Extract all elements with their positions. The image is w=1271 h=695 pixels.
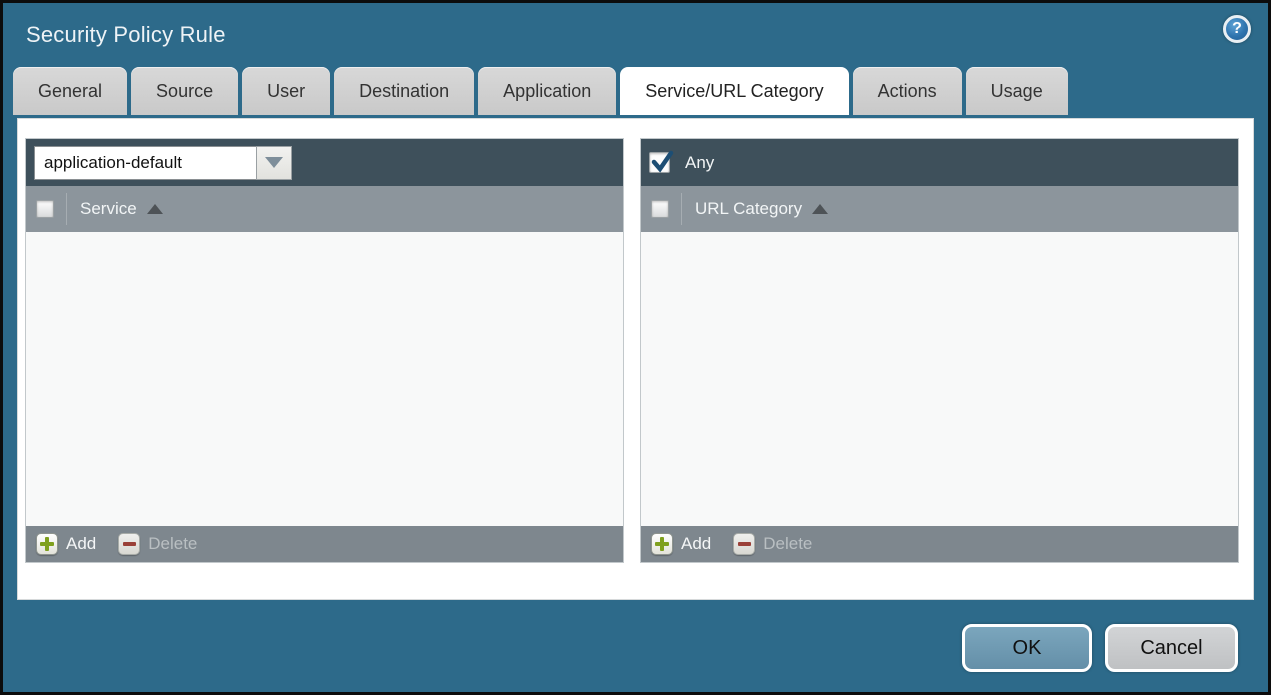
url-category-delete-button[interactable]: Delete bbox=[733, 533, 812, 555]
tab-destination-label: Destination bbox=[359, 80, 450, 101]
minus-icon bbox=[733, 533, 756, 555]
url-category-add-button[interactable]: Add bbox=[651, 533, 711, 555]
cancel-button[interactable]: Cancel bbox=[1105, 624, 1238, 672]
any-checkbox[interactable] bbox=[649, 150, 674, 173]
url-category-select-all-checkbox[interactable] bbox=[651, 200, 669, 218]
tab-actions-label: Actions bbox=[877, 80, 937, 101]
service-toolbar bbox=[26, 139, 623, 186]
service-footer: Add Delete bbox=[26, 526, 623, 562]
minus-icon bbox=[118, 533, 141, 555]
sort-asc-icon[interactable] bbox=[146, 204, 163, 214]
tab-service-url-category[interactable]: Service/URL Category bbox=[620, 67, 849, 115]
url-category-panel: Any URL Category Add Delete bbox=[640, 138, 1239, 563]
chevron-down-icon bbox=[265, 157, 283, 168]
tab-user[interactable]: User bbox=[242, 67, 331, 115]
tab-general[interactable]: General bbox=[13, 67, 128, 115]
tab-application-label: Application bbox=[503, 80, 592, 101]
help-icon[interactable]: ? bbox=[1223, 15, 1251, 43]
checkmark-icon bbox=[651, 150, 674, 173]
tab-content: Service Add Delete bbox=[17, 118, 1254, 600]
tab-actions[interactable]: Actions bbox=[852, 67, 962, 115]
tab-user-label: User bbox=[267, 80, 306, 101]
column-separator bbox=[681, 193, 682, 225]
service-type-combobox bbox=[34, 145, 292, 180]
service-column-header-row: Service bbox=[26, 186, 623, 232]
url-category-column-label[interactable]: URL Category bbox=[695, 199, 802, 219]
url-category-add-label: Add bbox=[681, 534, 712, 553]
service-select-all-checkbox[interactable] bbox=[36, 200, 54, 218]
help-icon-glyph: ? bbox=[1232, 20, 1242, 37]
url-category-footer: Add Delete bbox=[641, 526, 1238, 562]
service-list bbox=[26, 232, 623, 526]
column-separator bbox=[66, 193, 67, 225]
tab-application[interactable]: Application bbox=[478, 67, 617, 115]
dialog-action-buttons: OK Cancel bbox=[962, 624, 1238, 672]
service-delete-label: Delete bbox=[148, 534, 198, 553]
url-category-column-header-row: URL Category bbox=[641, 186, 1238, 232]
dialog-title: Security Policy Rule bbox=[26, 21, 226, 47]
tab-usage-label: Usage bbox=[990, 80, 1043, 101]
tab-source[interactable]: Source bbox=[131, 67, 239, 115]
service-type-dropdown-button[interactable] bbox=[256, 145, 292, 180]
tab-general-label: General bbox=[38, 80, 103, 101]
service-type-input[interactable] bbox=[34, 145, 256, 180]
title-bar: Security Policy Rule ? bbox=[3, 3, 1268, 66]
service-add-label: Add bbox=[66, 534, 97, 553]
tab-service-url-category-label: Service/URL Category bbox=[645, 80, 824, 101]
plus-icon bbox=[36, 533, 58, 555]
url-category-delete-label: Delete bbox=[763, 534, 813, 553]
url-category-toolbar: Any bbox=[641, 139, 1238, 186]
tab-destination[interactable]: Destination bbox=[334, 67, 475, 115]
service-panel: Service Add Delete bbox=[25, 138, 624, 563]
service-add-button[interactable]: Add bbox=[36, 533, 96, 555]
service-delete-button[interactable]: Delete bbox=[118, 533, 197, 555]
url-category-list bbox=[641, 232, 1238, 526]
sort-asc-icon[interactable] bbox=[812, 204, 829, 214]
plus-icon bbox=[651, 533, 673, 555]
any-label: Any bbox=[685, 152, 715, 172]
tab-bar: General Source User Destination Applicat… bbox=[3, 66, 1268, 115]
tab-usage[interactable]: Usage bbox=[965, 67, 1068, 115]
tab-source-label: Source bbox=[156, 80, 214, 101]
service-column-label[interactable]: Service bbox=[80, 199, 137, 219]
security-policy-rule-dialog: Security Policy Rule ? General Source Us… bbox=[0, 0, 1271, 695]
ok-button[interactable]: OK bbox=[962, 624, 1092, 672]
